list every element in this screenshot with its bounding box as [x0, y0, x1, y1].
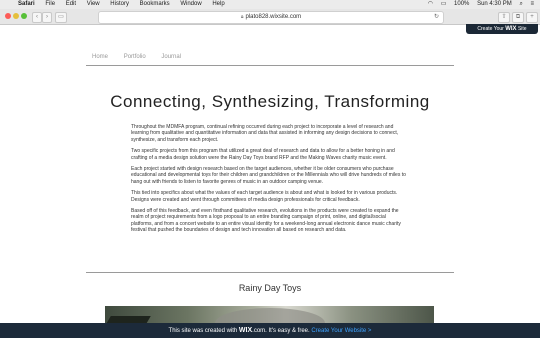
body-paragraph: Two specific projects from this program …	[131, 148, 395, 161]
menu-list-icon[interactable]: ≡	[530, 1, 534, 7]
menu-window[interactable]: Window	[180, 1, 201, 7]
status-area: ◠ ▭ 100% Sun 4:30 PM ⌕ ≡	[422, 0, 534, 9]
create-wix-site-badge[interactable]: Create Your WIX Site	[466, 24, 538, 34]
footer-tagline: . It's easy & free.	[265, 328, 310, 334]
badge-text: Create Your	[477, 26, 504, 32]
lock-icon: 🔒︎	[240, 14, 244, 20]
create-website-link[interactable]: Create Your Website >	[311, 328, 371, 334]
sidebar-button[interactable]: ▭	[55, 12, 67, 23]
address-bar[interactable]: 🔒︎ plato828.wixsite.com ↻	[98, 11, 444, 24]
menu-edit[interactable]: Edit	[66, 1, 76, 7]
show-tabs-button[interactable]: ⧉	[512, 12, 524, 23]
minimize-window-button[interactable]	[13, 13, 19, 19]
zoom-window-button[interactable]	[21, 13, 27, 19]
browser-toolbar: ‹ › ▭ 🔒︎ plato828.wixsite.com ↻ ⇧ ⧉ +	[0, 9, 540, 25]
new-tab-button[interactable]: +	[526, 12, 538, 23]
nav-item-journal[interactable]: Journal	[161, 54, 181, 60]
project-image	[105, 306, 434, 324]
menu-help[interactable]: Help	[212, 1, 224, 7]
footer-text: This site was created with	[168, 328, 238, 334]
site-nav: Home Portfolio Journal	[92, 54, 195, 60]
menu-bookmarks[interactable]: Bookmarks	[140, 1, 170, 7]
share-button[interactable]: ⇧	[498, 12, 510, 23]
section-title: Rainy Day Toys	[238, 283, 302, 293]
menu-list: Safari File Edit View History Bookmarks …	[18, 0, 234, 9]
battery-percent: 100%	[454, 1, 470, 7]
image-detail	[215, 308, 325, 324]
menu-history[interactable]: History	[110, 1, 129, 7]
page-body: Throughout the MDMFA program, continual …	[131, 124, 408, 239]
battery-icon[interactable]: ▭	[441, 1, 447, 7]
section-divider	[86, 272, 454, 273]
badge-suffix: Site	[517, 26, 527, 32]
page-title: Connecting, Synthesizing, Transforming	[110, 92, 430, 111]
body-paragraph: Based off of this feedback, and even fir…	[131, 208, 401, 234]
wix-logo: WIX	[505, 26, 517, 32]
wifi-icon[interactable]: ◠	[428, 1, 433, 7]
menu-view[interactable]: View	[87, 1, 100, 7]
body-paragraph: Throughout the MDMFA program, continual …	[131, 124, 399, 143]
nav-item-portfolio[interactable]: Portfolio	[124, 54, 146, 60]
forward-button[interactable]: ›	[42, 12, 52, 23]
nav-item-home[interactable]: Home	[92, 54, 108, 60]
search-icon[interactable]: ⌕	[519, 1, 522, 7]
menu-file[interactable]: File	[45, 1, 55, 7]
wix-footer-banner: This site was created with WIX.com. It's…	[0, 323, 540, 338]
menu-safari[interactable]: Safari	[18, 1, 35, 7]
body-paragraph: This tied into specifics about what the …	[131, 190, 398, 203]
clock[interactable]: Sun 4:30 PM	[477, 1, 512, 7]
reload-icon[interactable]: ↻	[434, 12, 439, 23]
url-text: plato828.wixsite.com	[245, 14, 302, 20]
body-paragraph: Each project started with design researc…	[131, 166, 406, 185]
footer-domain: .com	[252, 328, 266, 334]
nav-divider	[86, 65, 454, 66]
close-window-button[interactable]	[5, 13, 11, 19]
wix-logo: WIX	[238, 327, 253, 334]
back-button[interactable]: ‹	[32, 12, 42, 23]
